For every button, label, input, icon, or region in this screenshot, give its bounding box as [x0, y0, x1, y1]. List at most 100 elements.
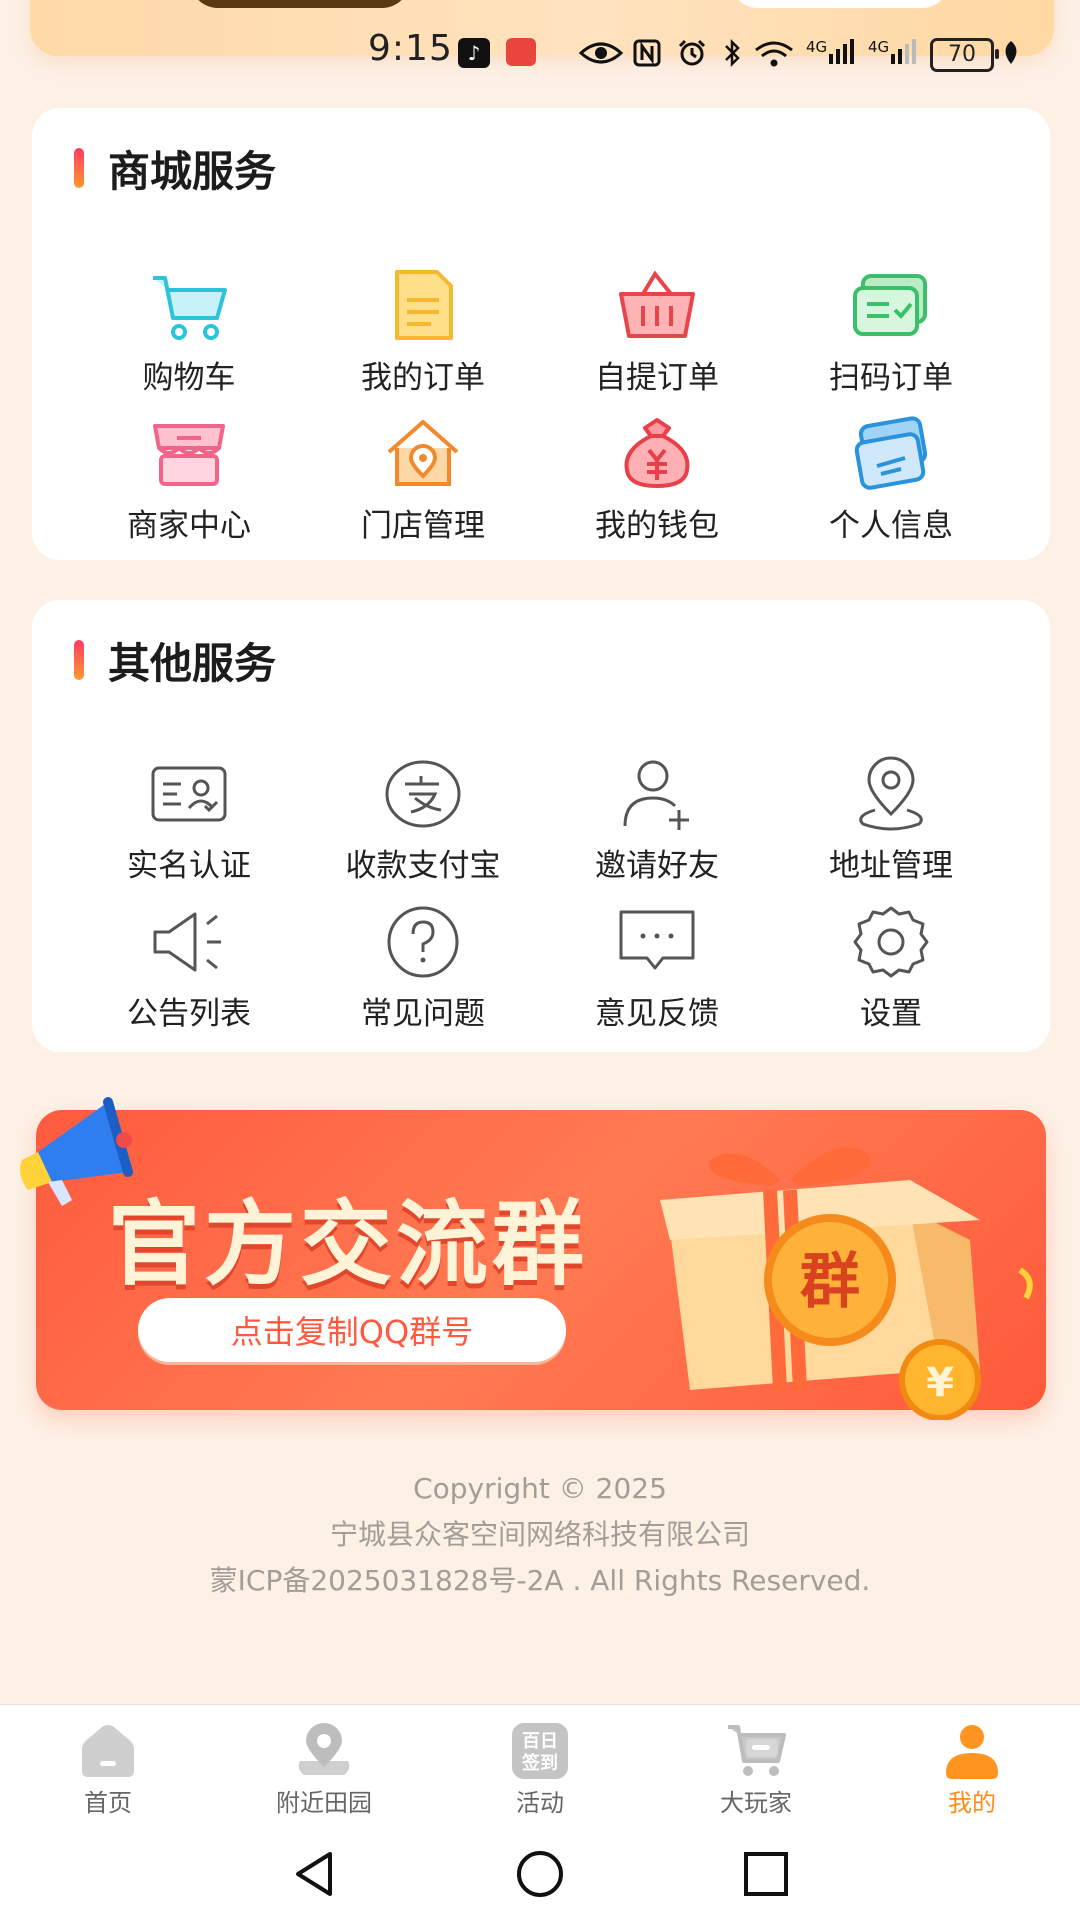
mall-services-card: 商城服务 购物车 我的订单 自提订单 扫码订单 商家中心 门店管理 我的钱包 个… [32, 108, 1050, 560]
gear-icon [853, 906, 929, 978]
alarm-icon [678, 39, 706, 66]
coin-symbol: ¥ [926, 1360, 954, 1406]
tab-home[interactable]: 首页 [0, 1705, 216, 1827]
banner-pill-dark [190, 0, 410, 8]
service-label: 自提订单 [595, 360, 719, 396]
checkin-icon: 百日 签到 [512, 1723, 568, 1779]
tab-mine[interactable]: 我的 [864, 1705, 1080, 1827]
copy-qq-group-button[interactable]: 点击复制QQ群号 [138, 1298, 566, 1362]
service-label: 意见反馈 [595, 996, 719, 1032]
service-label: 门店管理 [361, 508, 485, 544]
home-nav-icon[interactable] [514, 1848, 566, 1900]
service-item-settings[interactable]: 设置 [774, 902, 1008, 1033]
title-accent-bar [74, 148, 84, 188]
wifi-icon [755, 41, 793, 67]
bottom-tab-bar: 首页 附近田园 百日 签到 活动 大玩家 我的 [0, 1704, 1080, 1827]
eye-icon [578, 42, 624, 64]
card-header: 其他服务 [74, 630, 276, 690]
recents-icon[interactable] [740, 1848, 792, 1900]
megaphone-decoration-icon [20, 1097, 133, 1206]
huawei-icon [506, 38, 536, 66]
tab-nearby-garden[interactable]: 附近田园 [216, 1705, 432, 1827]
service-item-personal-info[interactable]: 个人信息 [774, 414, 1008, 545]
status-time: 9:15 [368, 28, 453, 69]
service-item-announcements[interactable]: 公告列表 [72, 902, 306, 1033]
service-label: 扫码订单 [829, 360, 953, 396]
cart-icon [728, 1725, 786, 1776]
card-title: 其他服务 [108, 638, 277, 688]
service-label: 常见问题 [361, 996, 485, 1032]
battery-indicator: 70 [930, 38, 999, 72]
service-item-store-management[interactable]: 门店管理 [306, 414, 540, 545]
service-item-pickup-orders[interactable]: 自提订单 [540, 266, 774, 397]
store-house-icon [387, 420, 459, 486]
shop-awning-icon [153, 424, 225, 486]
system-nav-bar [0, 1826, 1080, 1920]
service-label: 个人信息 [829, 508, 953, 544]
back-icon[interactable] [290, 1848, 342, 1900]
basket-icon [619, 270, 695, 338]
signal-bars-icon [891, 39, 917, 64]
service-item-cart[interactable]: 购物车 [72, 266, 306, 397]
service-label: 我的订单 [361, 360, 485, 396]
scan-order-icon [853, 274, 927, 336]
service-item-alipay[interactable]: 收款支付宝 [306, 754, 540, 885]
service-label: 收款支付宝 [345, 848, 501, 884]
add-user-icon [623, 760, 689, 830]
service-label: 商家中心 [127, 508, 251, 544]
signal-icon-2: 4G [868, 38, 924, 68]
network-label-2: 4G [868, 38, 890, 56]
tab-label: 附近田园 [276, 1789, 372, 1817]
promo-title: 官方交流群 [108, 1190, 589, 1298]
service-item-invite-friends[interactable]: 邀请好友 [540, 754, 774, 885]
service-label: 地址管理 [829, 848, 953, 884]
service-item-merchant-center[interactable]: 商家中心 [72, 414, 306, 545]
chat-bubble-icon [619, 910, 695, 970]
tab-activity[interactable]: 百日 签到 活动 [432, 1705, 648, 1827]
signal-bars-icon [829, 39, 855, 64]
service-label: 购物车 [142, 360, 236, 396]
other-services-card: 其他服务 实名认证 收款支付宝 邀请好友 地址管理 公告列表 常见问题 意见反馈… [32, 600, 1050, 1052]
service-item-feedback[interactable]: 意见反馈 [540, 902, 774, 1033]
nfc-icon [633, 39, 661, 67]
tab-label: 首页 [84, 1789, 132, 1817]
money-bag-icon [624, 418, 690, 488]
question-icon [387, 906, 459, 978]
tab-label: 我的 [948, 1789, 996, 1817]
tiktok-icon: ♪ [458, 38, 490, 68]
tab-label: 活动 [516, 1789, 564, 1817]
identity-card-icon [151, 766, 227, 822]
bluetooth-icon [725, 38, 740, 68]
home-icon [82, 1725, 134, 1777]
checkin-text-2: 签到 [521, 1752, 558, 1774]
footer-company: 宁城县众客空间网络科技有限公司 [329, 1518, 750, 1551]
tab-big-player[interactable]: 大玩家 [648, 1705, 864, 1827]
footer-copyright: Copyright © 2025 [413, 1472, 667, 1505]
location-pin-icon [859, 756, 923, 831]
order-document-icon [395, 270, 453, 340]
service-item-my-wallet[interactable]: 我的钱包 [540, 414, 774, 545]
alipay-icon [385, 760, 461, 828]
service-label: 公告列表 [127, 996, 251, 1032]
megaphone-icon [153, 912, 221, 972]
service-label: 邀请好友 [595, 848, 719, 884]
service-item-address[interactable]: 地址管理 [774, 754, 1008, 885]
gift-badge-text: 群 [800, 1247, 860, 1317]
service-label: 设置 [860, 996, 922, 1032]
signal-icon-1: 4G [806, 38, 862, 68]
status-bar: 9:15 ♪ 4G 4G 70 [0, 28, 1080, 80]
service-item-scan-orders[interactable]: 扫码订单 [774, 266, 1008, 397]
id-card-icon [854, 416, 928, 490]
location-icon [298, 1723, 350, 1775]
service-item-real-name[interactable]: 实名认证 [72, 754, 306, 885]
card-header: 商城服务 [74, 138, 276, 198]
leaf-icon [1005, 41, 1017, 64]
tab-label: 大玩家 [720, 1789, 792, 1817]
footer-icp[interactable]: 蒙ICP备2025031828号-2A . All Rights Reserve… [0, 1558, 1080, 1604]
service-item-my-orders[interactable]: 我的订单 [306, 266, 540, 397]
footer: Copyright © 2025 宁城县众客空间网络科技有限公司 蒙ICP备20… [0, 1466, 1080, 1604]
card-title: 商城服务 [108, 146, 277, 196]
service-label: 实名认证 [127, 848, 251, 884]
service-item-faq[interactable]: 常见问题 [306, 902, 540, 1033]
service-label: 我的钱包 [595, 508, 719, 544]
